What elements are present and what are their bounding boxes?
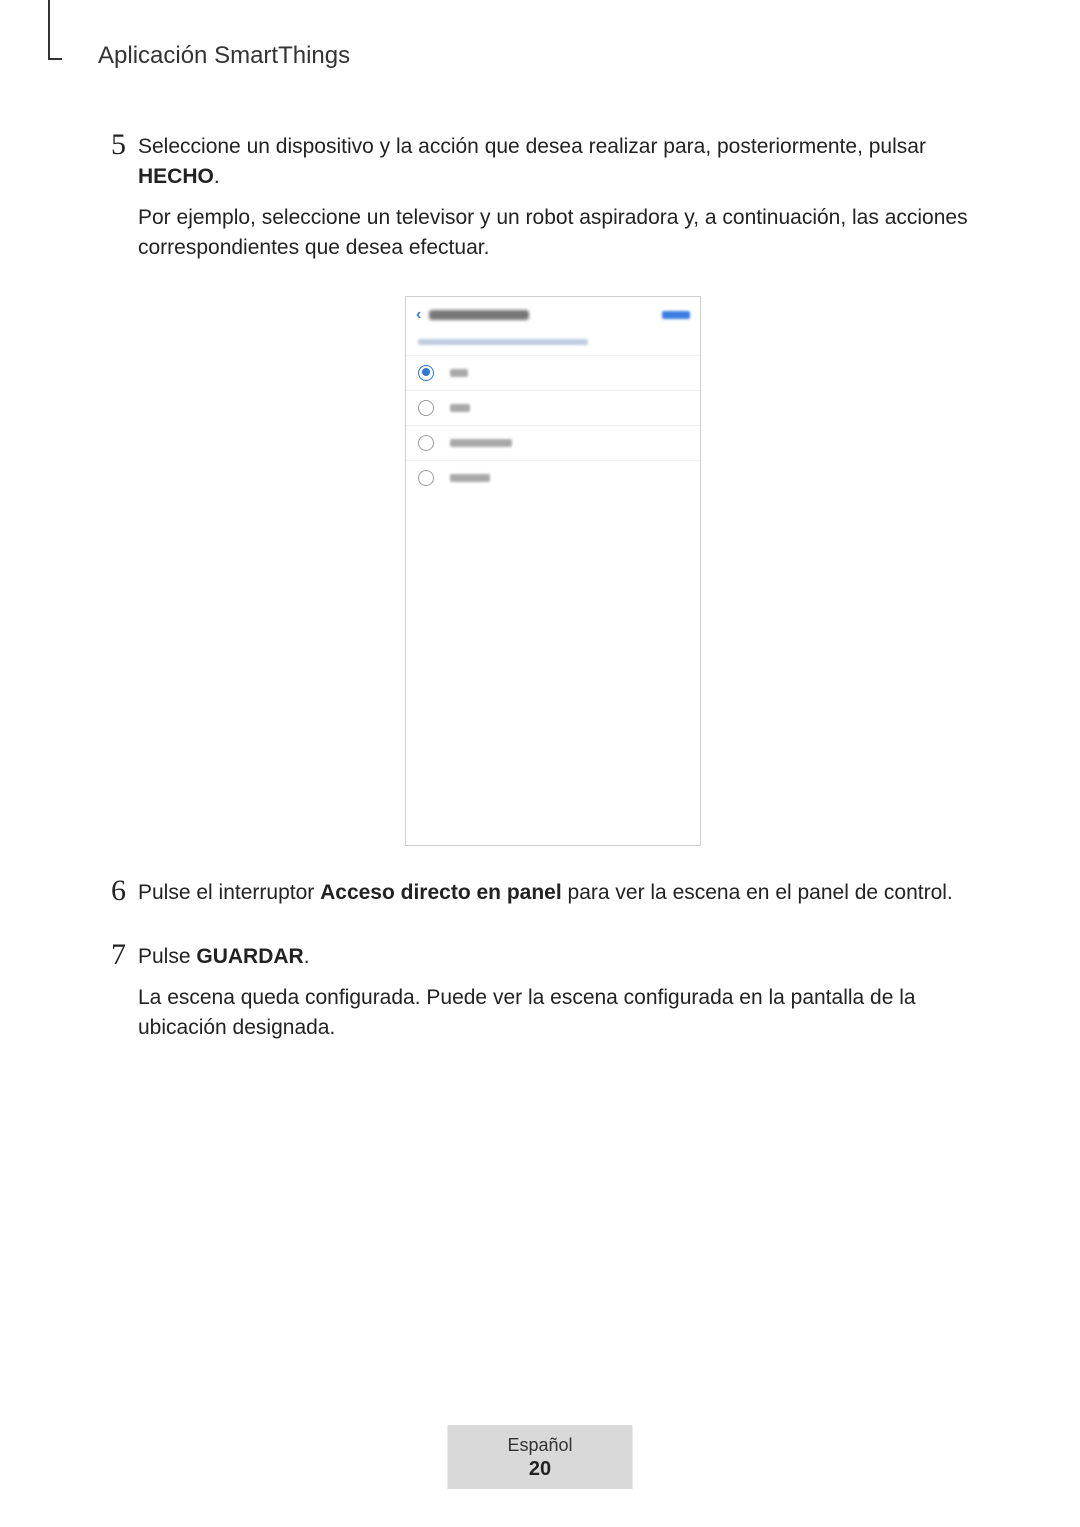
step-body: Pulse el interruptor Acceso directo en p…	[138, 876, 1008, 918]
page-content: Aplicación SmartThings 5 Seleccione un d…	[0, 0, 1080, 1054]
step7-line2: La escena queda configurada. Puede ver l…	[138, 983, 1008, 1044]
radio-icon	[418, 365, 434, 381]
step7-line1: Pulse GUARDAR.	[138, 942, 1008, 972]
back-icon: ‹	[416, 306, 421, 324]
phone-title-placeholder	[429, 310, 529, 320]
footer-page-number: 20	[507, 1458, 572, 1481]
step-number: 6	[98, 876, 126, 906]
step-number: 7	[98, 940, 126, 970]
radio-icon	[418, 435, 434, 451]
phone-option	[406, 425, 700, 460]
corner-mark	[48, 0, 62, 60]
phone-option	[406, 390, 700, 425]
phone-option	[406, 355, 700, 390]
page-footer: Español 20	[447, 1425, 632, 1489]
radio-icon	[418, 470, 434, 486]
option-text-placeholder	[450, 474, 490, 482]
step-body: Seleccione un dispositivo y la acción qu…	[138, 130, 1008, 274]
step6-line: Pulse el interruptor Acceso directo en p…	[138, 878, 1008, 908]
step-5: 5 Seleccione un dispositivo y la acción …	[98, 130, 1008, 274]
option-text-placeholder	[450, 369, 468, 377]
step-6: 6 Pulse el interruptor Acceso directo en…	[98, 876, 1008, 918]
option-text-placeholder	[450, 439, 512, 447]
phone-header: ‹	[406, 297, 700, 333]
footer-language: Español	[507, 1435, 572, 1456]
phone-options-list	[406, 355, 700, 495]
phone-screenshot: ‹	[405, 296, 701, 846]
step5-line2: Por ejemplo, seleccione un televisor y u…	[138, 203, 1008, 264]
option-text-placeholder	[450, 404, 470, 412]
chapter-title: Aplicación SmartThings	[98, 42, 1008, 70]
phone-action-placeholder	[662, 311, 690, 319]
phone-subheader	[406, 333, 700, 355]
phone-subtext-placeholder	[418, 339, 588, 345]
step-7: 7 Pulse GUARDAR. La escena queda configu…	[98, 940, 1008, 1053]
step5-line1: Seleccione un dispositivo y la acción qu…	[138, 132, 1008, 193]
step-body: Pulse GUARDAR. La escena queda configura…	[138, 940, 1008, 1053]
radio-icon	[418, 400, 434, 416]
phone-option	[406, 460, 700, 495]
step-number: 5	[98, 130, 126, 160]
